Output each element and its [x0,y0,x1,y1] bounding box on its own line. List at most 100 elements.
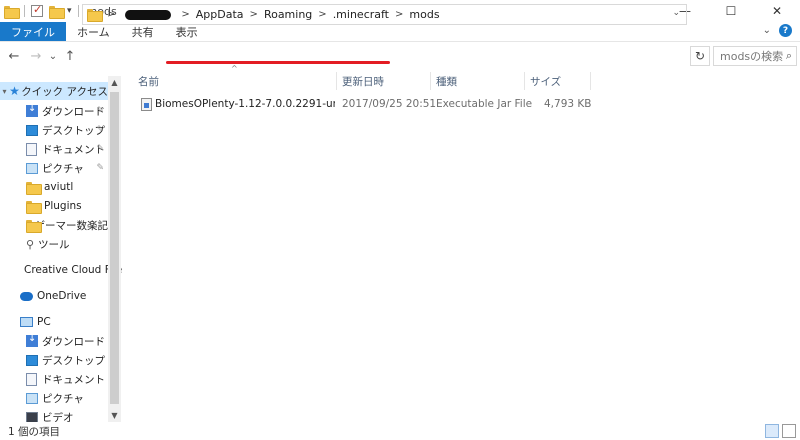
sidebar-item-downloads[interactable]: ダウンロード ✎ [0,102,108,120]
desktop-icon [26,354,38,366]
breadcrumb-separator: > [249,9,258,20]
column-divider[interactable] [590,72,591,90]
large-icons-view-icon[interactable] [782,424,796,438]
breadcrumb-roaming[interactable]: Roaming [264,8,312,21]
pin-icon[interactable]: ✎ [96,163,104,173]
sidebar-item-pc-downloads[interactable]: ダウンロード [0,332,108,350]
maximize-button[interactable]: ☐ [708,0,754,22]
pin-icon[interactable]: ✎ [96,144,104,154]
sidebar-item-label: デスクトップ [42,354,105,367]
file-row[interactable]: BiomesOPlenty-1.12-7.0.0.2291-universal.… [138,95,594,115]
ribbon-tabs: ファイル ホーム 共有 表示 ⌄ ? [0,22,800,42]
item-count: 1 個の項目 [8,425,61,438]
forward-button[interactable]: → [25,49,47,64]
scroll-down-icon[interactable]: ▼ [108,411,121,420]
folder-icon [26,219,41,233]
jar-file-icon [141,98,152,111]
sidebar-item-aviutl[interactable]: aviutl [0,178,108,196]
folder-icon [87,9,103,22]
breadcrumb-separator: > [395,9,404,20]
breadcrumb-appdata[interactable]: AppData [196,8,244,21]
address-dropdown-icon[interactable]: ⌄ [672,8,680,18]
search-folder-icon: ⚲ [26,237,35,251]
breadcrumb-separator: > [107,9,116,20]
column-divider[interactable] [524,72,525,90]
chevron-down-icon[interactable]: ▾ [67,6,72,16]
search-placeholder: modsの検索 [720,50,784,63]
sidebar-scrollbar[interactable]: ▲ ▼ [108,76,121,422]
sort-ascending-icon: ^ [231,64,238,73]
scrollbar-thumb[interactable] [110,92,119,404]
recent-locations-button[interactable]: ⌄ [47,51,59,62]
document-icon [26,372,37,386]
sidebar-item-label: ビデオ [42,411,74,423]
refresh-button[interactable]: ↻ [690,46,710,66]
folder-icon [4,5,20,19]
download-icon [26,333,38,347]
sidebar-item-plugins[interactable]: Plugins [0,197,108,215]
close-button[interactable]: ✕ [754,0,800,22]
column-header-name[interactable]: 名前 [138,72,159,90]
new-folder-icon[interactable] [49,5,65,19]
sidebar-item-onedrive[interactable]: OneDrive [0,287,108,305]
sidebar-item-desktop[interactable]: デスクトップ ✎ [0,121,108,139]
search-box[interactable]: modsの検索 ⌕ [713,46,797,66]
file-size: 4,793 KB [544,98,592,110]
pin-icon[interactable]: ✎ [96,106,104,116]
file-modified: 2017/09/25 20:51 [342,98,437,110]
divider [24,5,25,17]
redacted-username [125,9,172,20]
sidebar-item-label: Plugins [44,200,82,212]
sidebar-item-pc-desktop[interactable]: デスクトップ [0,351,108,369]
details-view-icon[interactable] [765,424,779,438]
video-icon [26,411,38,422]
pc-icon [20,317,33,327]
sidebar-item-label: ピクチャ [42,392,84,405]
scroll-up-icon[interactable]: ▲ [108,78,121,87]
sidebar-item-label: ゲーマー数楽記 [34,219,109,232]
sidebar-item-label: ツール [38,238,70,251]
divider [77,5,79,17]
sidebar-item-creative-cloud[interactable]: Creative Cloud File [0,261,122,279]
desktop-icon [26,124,38,136]
pin-icon[interactable]: ✎ [96,125,104,135]
status-bar: 1 個の項目 [0,422,800,440]
sidebar-item-pc[interactable]: PC [0,313,108,331]
file-type: Executable Jar File [436,98,533,110]
sidebar-item-pictures[interactable]: ピクチャ ✎ [0,159,108,177]
sidebar-item-label: PC [37,316,51,328]
sidebar-item-gamer-notes[interactable]: ゲーマー数楽記 [0,216,108,234]
tab-file[interactable]: ファイル [0,22,66,41]
breadcrumb-mods[interactable]: mods [409,8,439,21]
breadcrumb-separator: > [318,9,327,20]
sidebar-item-pc-videos[interactable]: ビデオ [0,408,108,422]
navigation-pane: ▾ ★ クイック アクセス ダウンロード ✎ デスクトップ ✎ ドキュメント ✎… [0,76,122,422]
sidebar-item-quick-access[interactable]: ▾ ★ クイック アクセス [0,82,108,100]
back-button[interactable]: ← [3,49,25,64]
annotation-underline [166,61,390,64]
up-button[interactable]: ↑ [59,49,81,64]
properties-icon[interactable] [31,3,43,17]
onedrive-icon [20,291,33,301]
breadcrumb-minecraft[interactable]: .minecraft [333,8,389,21]
expand-icon[interactable]: ▾ [0,87,9,96]
column-header-size[interactable]: サイズ [530,72,561,90]
address-bar[interactable]: > > AppData > Roaming > .minecraft > mod… [82,4,687,25]
navigation-bar: ← → ⌄ ↑ [0,42,800,70]
column-divider[interactable] [336,72,337,90]
document-icon [26,142,37,156]
sidebar-item-documents[interactable]: ドキュメント ✎ [0,140,108,158]
sidebar-item-pc-pictures[interactable]: ピクチャ [0,389,108,407]
file-name: BiomesOPlenty-1.12-7.0.0.2291-universal.… [155,98,335,110]
column-header-type[interactable]: 種類 [436,72,457,90]
sidebar-item-tools[interactable]: ⚲ ツール [0,235,108,253]
expand-ribbon-icon[interactable]: ⌄ [763,25,771,36]
sidebar-item-pc-documents[interactable]: ドキュメント [0,370,108,388]
help-icon[interactable]: ? [779,24,792,37]
column-divider[interactable] [430,72,431,90]
sidebar-item-label: aviutl [44,181,74,193]
sidebar-item-label: ダウンロード [42,335,105,348]
sidebar-item-label: OneDrive [37,290,87,302]
column-header-modified[interactable]: 更新日時 [342,72,384,90]
sidebar-item-label: ピクチャ [42,162,84,175]
